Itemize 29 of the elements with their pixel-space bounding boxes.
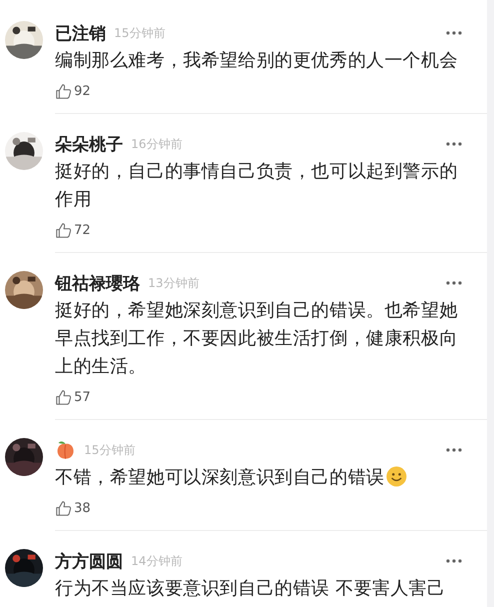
timestamp: 13分钟前: [148, 274, 200, 292]
thumbs-up-icon[interactable]: [55, 222, 72, 239]
user-name[interactable]: 钮祜禄瓔珞: [55, 272, 140, 294]
timestamp: 15分钟前: [114, 24, 166, 42]
peach-icon[interactable]: [55, 440, 76, 460]
user-name[interactable]: 方方圆圆: [55, 550, 123, 572]
like-count: 38: [74, 501, 91, 516]
more-icon[interactable]: [446, 559, 462, 563]
timestamp: 14分钟前: [131, 552, 182, 570]
more-icon[interactable]: [446, 142, 462, 146]
user-name[interactable]: 已注销: [55, 22, 106, 44]
more-icon[interactable]: [446, 448, 462, 452]
like-count: 92: [74, 84, 91, 99]
comment-text: 挺好的，自己的事情自己负责，也可以起到警示的作用: [55, 161, 458, 210]
more-icon[interactable]: [446, 281, 462, 285]
timestamp: 16分钟前: [131, 136, 182, 152]
like-count: 72: [74, 223, 91, 238]
thumbs-up-icon[interactable]: [55, 83, 72, 100]
like-count: 57: [74, 390, 91, 405]
comment-text: 不错，希望她可以深刻意识到自己的错误: [55, 467, 384, 488]
thumbs-up-icon[interactable]: [55, 500, 72, 517]
thumbs-up-icon[interactable]: [55, 389, 72, 406]
timestamp: 15分钟前: [84, 442, 136, 458]
comment-text: 编制那么难考，我希望给别的更优秀的人一个机会: [55, 50, 458, 71]
more-icon[interactable]: [446, 31, 462, 35]
comment-text: 挺好的，希望她深刻意识到自己的错误。也希望她早点找到工作，不要因此被生活打倒，健康积极向上的生活。: [55, 300, 458, 377]
comment-text: 行为不当应该要意识到自己的错误 不要害人害己: [55, 578, 446, 599]
smiley-icon: [386, 466, 408, 487]
user-name[interactable]: 朵朵桃子: [55, 132, 123, 156]
